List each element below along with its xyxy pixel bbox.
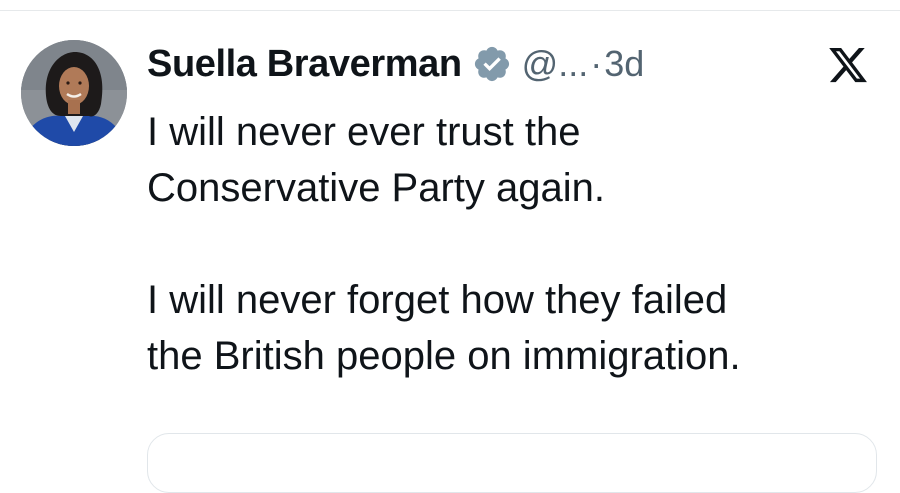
- tweet-text: I will never ever trust the Conservative…: [147, 104, 887, 384]
- verified-badge-icon: [472, 44, 512, 84]
- tweet-timestamp[interactable]: 3d: [604, 43, 644, 85]
- author-handle[interactable]: @...: [522, 43, 589, 85]
- author-name[interactable]: Suella Braverman: [147, 43, 462, 86]
- quoted-tweet-card[interactable]: [147, 433, 877, 493]
- tweet-paragraph: I will never forget how they failed the …: [147, 278, 741, 378]
- avatar[interactable]: [21, 40, 127, 146]
- avatar-image: [21, 40, 127, 146]
- x-logo-icon: [826, 44, 870, 86]
- meta-separator: ·: [590, 43, 603, 84]
- tweet-paragraph: I will never ever trust the Conservative…: [147, 110, 606, 210]
- tweet-header: Suella Braverman @... · 3d: [147, 36, 644, 92]
- top-divider: [0, 10, 900, 11]
